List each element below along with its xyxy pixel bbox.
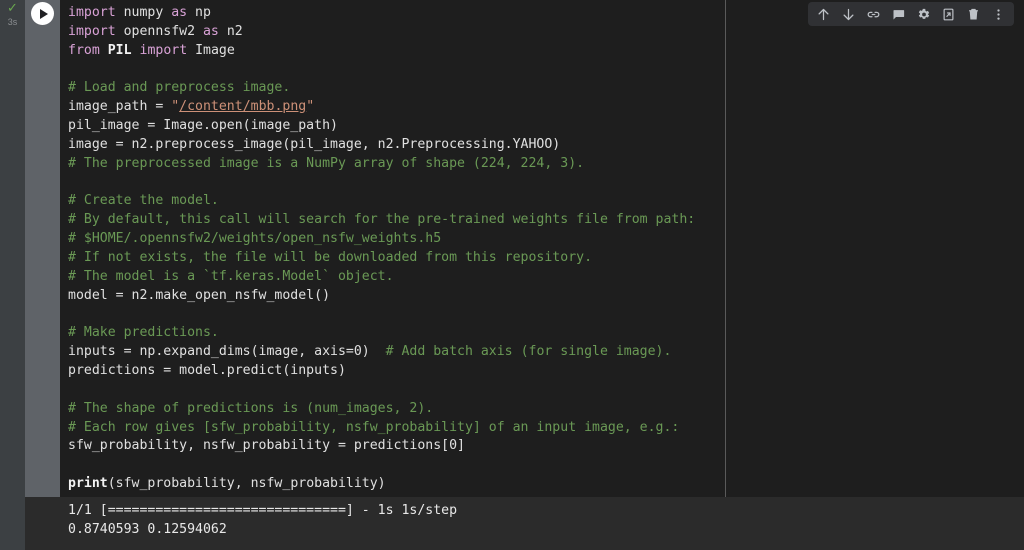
code-token: print: [68, 476, 108, 492]
output-gutter: [0, 497, 25, 550]
code-line: # Make predictions.: [68, 324, 695, 343]
code-token: sfw_probability, nsfw_probability = pred…: [68, 438, 465, 454]
code-token: import: [68, 23, 116, 39]
code-token: ": [306, 99, 315, 115]
code-line: # If not exists, the file will be downlo…: [68, 249, 695, 268]
code-token: /content/mbb.png: [179, 99, 307, 115]
code-line: import numpy as np: [68, 4, 695, 23]
code-line: inputs = np.expand_dims(image, axis=0) #…: [68, 343, 695, 362]
arrow-down-icon: [841, 7, 856, 22]
code-token: from: [68, 42, 100, 58]
delete-cell-button[interactable]: [961, 3, 986, 25]
play-icon: [39, 8, 48, 19]
more-options-button[interactable]: [986, 3, 1011, 25]
code-line: # Load and preprocess image.: [68, 79, 695, 98]
arrow-up-icon: [816, 7, 831, 22]
code-line: predictions = model.predict(inputs): [68, 362, 695, 381]
code-token: n2: [218, 23, 243, 39]
code-token: image_path =: [68, 99, 172, 115]
code-editor[interactable]: import numpy as np import opennsfw2 as n2…: [60, 0, 1024, 497]
code-token: numpy: [115, 5, 172, 20]
output-line: 1/1 [==============================] - 1…: [68, 503, 458, 518]
notebook-cell: ✓ 3s import numpy as np import opennsfw2 …: [0, 0, 1024, 550]
code-line: # By default, this call will search for …: [68, 211, 695, 230]
move-cell-up-button[interactable]: [811, 3, 836, 25]
cell-output: 1/1 [==============================] - 1…: [0, 497, 1024, 550]
code-line: sfw_probability, nsfw_probability = pred…: [68, 437, 695, 456]
code-line: # Create the model.: [68, 192, 695, 211]
code-line: image_path = "/content/mbb.png": [68, 98, 695, 117]
code-line: # The preprocessed image is a NumPy arra…: [68, 155, 695, 174]
code-token: np: [187, 5, 211, 20]
cell-toolbar: [808, 2, 1014, 26]
code-line: # Each row gives [sfw_probability, nsfw_…: [68, 419, 695, 438]
cell-status-gutter: ✓ 3s: [0, 0, 25, 550]
code-token: # The preprocessed image is a NumPy arra…: [68, 155, 585, 171]
code-token: image = n2.preprocess_image(pil_image, n…: [68, 136, 561, 152]
move-cell-down-button[interactable]: [836, 3, 861, 25]
comment-icon: [891, 7, 906, 22]
code-token: # Make predictions.: [68, 325, 219, 341]
output-text: 1/1 [==============================] - 1…: [68, 502, 457, 539]
trash-icon: [966, 7, 981, 22]
code-line: # The shape of predictions is (num_image…: [68, 400, 695, 419]
code-token: import: [139, 42, 188, 58]
code-token: # Create the model.: [68, 193, 219, 209]
gear-icon: [916, 7, 931, 22]
code-line: pil_image = Image.open(image_path): [68, 117, 695, 136]
mirror-cell-button[interactable]: [936, 3, 961, 25]
code-token: model = n2.make_open_nsfw_model(): [68, 287, 331, 303]
add-comment-button[interactable]: [886, 3, 911, 25]
cell-run-gutter: [25, 0, 60, 497]
code-token: as: [202, 23, 219, 39]
check-icon: ✓: [7, 1, 18, 16]
code-token: as: [171, 5, 188, 20]
cell-settings-button[interactable]: [911, 3, 936, 25]
link-to-cell-button[interactable]: [861, 3, 886, 25]
run-cell-button[interactable]: [31, 2, 54, 25]
code-token: # $HOME/.opennsfw2/weights/open_nsfw_wei…: [68, 231, 442, 247]
code-line: # $HOME/.opennsfw2/weights/open_nsfw_wei…: [68, 230, 695, 249]
code-token: PIL: [107, 42, 132, 58]
code-token: # The model is a `tf.keras.Model` object…: [68, 268, 394, 284]
code-token: import: [68, 5, 116, 20]
code-token: # The shape of predictions is (num_image…: [68, 400, 434, 416]
column-ruler: [725, 0, 726, 497]
code-line: print(sfw_probability, nsfw_probability): [68, 475, 695, 494]
code-token: # Load and preprocess image.: [68, 80, 291, 96]
code-token: pil_image = Image.open(image_path): [68, 118, 338, 134]
code-token: # Add batch axis (for single image).: [385, 344, 672, 360]
code-line: model = n2.make_open_nsfw_model(): [68, 287, 695, 306]
code-token: ": [171, 99, 180, 115]
code-token: # If not exists, the file will be downlo…: [68, 249, 593, 265]
code-token: (sfw_probability, nsfw_probability): [107, 476, 386, 492]
link-icon: [866, 7, 881, 22]
code-line: image = n2.preprocess_image(pil_image, n…: [68, 136, 695, 155]
code-token: predictions = model.predict(inputs): [68, 363, 346, 379]
open-in-new-icon: [941, 7, 956, 22]
code-token: # By default, this call will search for …: [68, 212, 696, 228]
output-line: 0.8740593 0.12594062: [68, 521, 227, 537]
code-token: # Each row gives [sfw_probability, nsfw_…: [68, 419, 680, 435]
code-token: inputs = np.expand_dims(image, axis=0): [68, 344, 386, 360]
code-token: opennsfw2: [115, 23, 203, 39]
more-vert-icon: [991, 7, 1006, 22]
code-line: # The model is a `tf.keras.Model` object…: [68, 268, 695, 287]
code-content[interactable]: import numpy as np import opennsfw2 as n2…: [68, 4, 695, 494]
code-line: from PIL import Image: [68, 42, 695, 61]
code-token: Image: [187, 42, 235, 58]
execution-time-label: 3s: [7, 17, 18, 27]
code-line: import opennsfw2 as n2: [68, 23, 695, 42]
